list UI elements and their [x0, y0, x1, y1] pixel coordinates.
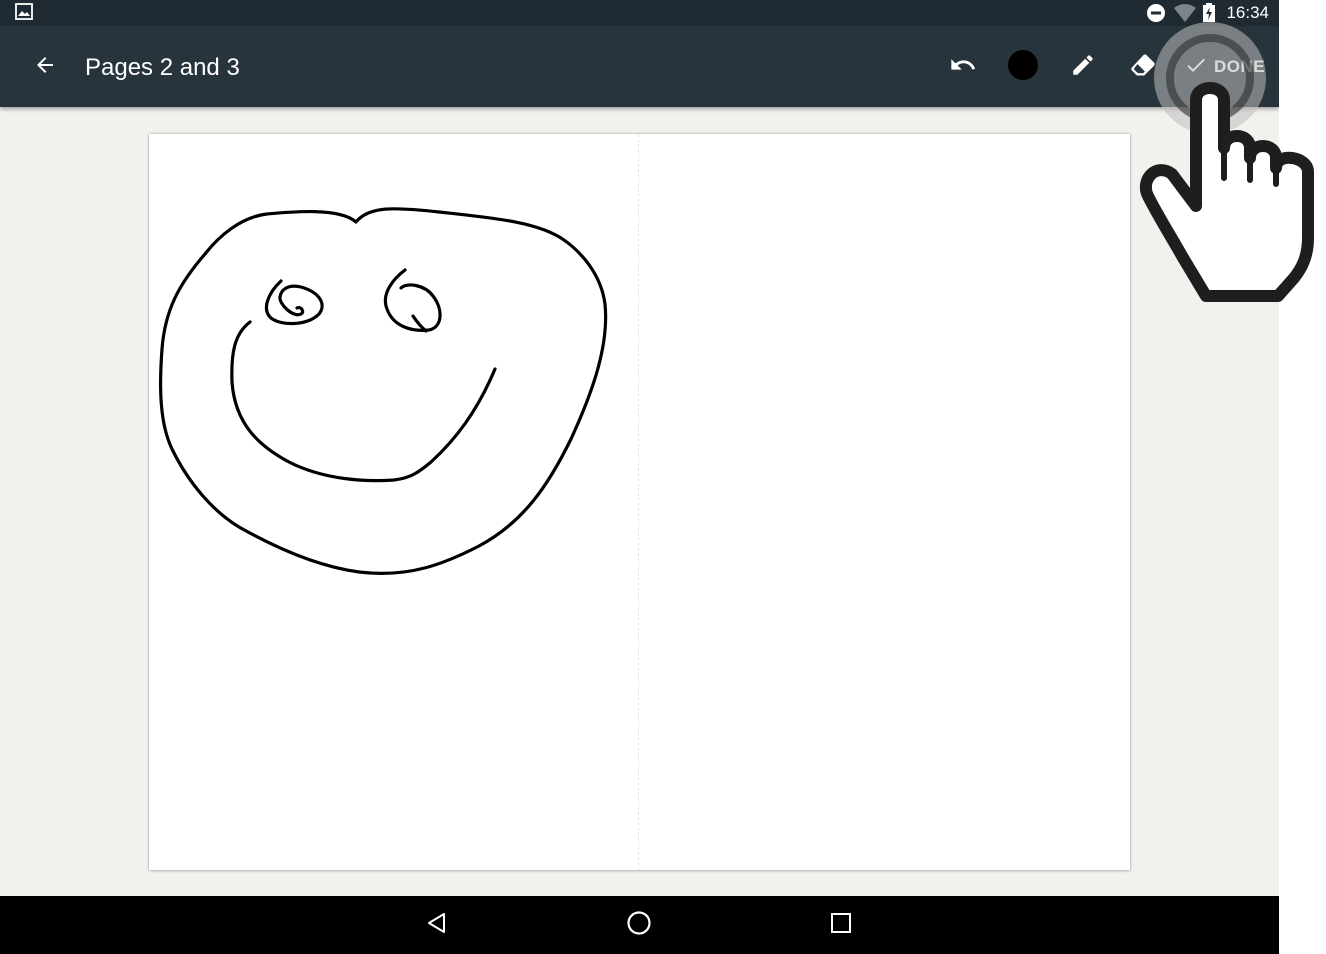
status-time: 16:34	[1226, 3, 1269, 22]
smiley-right-eye-stroke	[383, 268, 442, 333]
status-bar: 16:34	[0, 0, 1279, 26]
image-notification-icon	[15, 3, 33, 25]
pen-tool-button[interactable]	[1064, 48, 1102, 86]
eraser-icon	[1129, 51, 1157, 84]
pencil-icon	[1070, 52, 1096, 83]
device-screen: 16:34 Pages 2 and 3 DONE	[0, 0, 1279, 954]
back-button[interactable]	[26, 48, 64, 86]
color-picker-button[interactable]	[1004, 48, 1042, 86]
smiley-left-eye-stroke	[265, 279, 324, 326]
navigation-bar	[0, 896, 1279, 954]
app-bar: Pages 2 and 3 DONE	[0, 26, 1279, 107]
battery-charging-icon	[1202, 3, 1216, 28]
smiley-drawing	[158, 207, 608, 576]
wifi-icon	[1173, 3, 1197, 28]
check-icon	[1184, 53, 1208, 82]
nav-home-button[interactable]	[623, 909, 655, 941]
undo-icon	[949, 51, 977, 84]
smiley-smile-stroke	[230, 320, 497, 483]
nav-recents-button[interactable]	[825, 909, 857, 941]
done-button[interactable]: DONE	[1184, 40, 1268, 94]
nav-recents-icon	[830, 912, 852, 939]
nav-back-button[interactable]	[421, 909, 453, 941]
page-title: Pages 2 and 3	[85, 54, 240, 81]
drawing-canvas[interactable]	[149, 134, 1130, 870]
undo-button[interactable]	[944, 48, 982, 86]
done-label: DONE	[1214, 57, 1266, 76]
do-not-disturb-icon	[1146, 3, 1166, 28]
smiley-head-stroke	[158, 207, 608, 576]
nav-home-icon	[626, 910, 652, 941]
color-swatch-icon	[1007, 49, 1039, 86]
nav-back-icon	[425, 911, 449, 940]
arrow-back-icon	[33, 53, 57, 82]
eraser-tool-button[interactable]	[1124, 48, 1162, 86]
